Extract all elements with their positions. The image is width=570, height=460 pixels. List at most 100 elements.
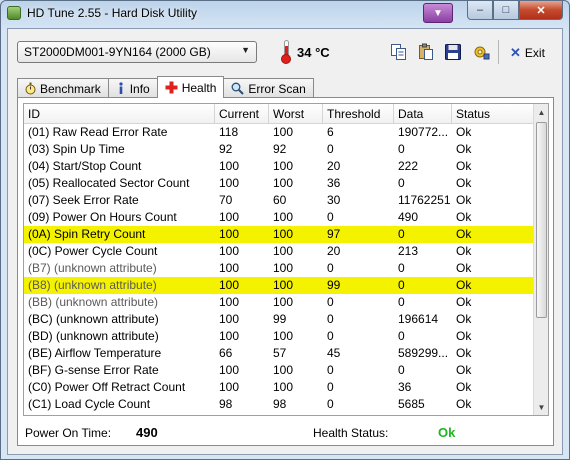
cell-status: Ok (456, 159, 472, 173)
save-button[interactable] (443, 42, 463, 62)
tab-error-scan[interactable]: Error Scan (223, 78, 314, 98)
copy-icon (391, 44, 406, 60)
cell-threshold: 45 (327, 346, 341, 360)
vertical-scrollbar[interactable]: ▲ ▼ (533, 104, 548, 415)
power-on-time-label: Power On Time: (25, 426, 112, 440)
scroll-down-arrow-icon[interactable]: ▼ (534, 399, 548, 415)
cell-worst: 100 (273, 278, 294, 292)
close-button[interactable]: ✕ (519, 1, 563, 20)
download-arrow-button[interactable]: ▼ (423, 3, 453, 23)
cell-worst: 100 (273, 295, 294, 309)
cell-status: Ok (456, 125, 472, 139)
table-row[interactable]: (BD) (unknown attribute) 100 100 0 0 Ok (24, 328, 534, 345)
cell-data: 196614 (398, 312, 439, 326)
cell-current: 98 (219, 397, 233, 411)
cell-threshold: 0 (327, 363, 334, 377)
cell-worst: 100 (273, 159, 294, 173)
cell-data: 0 (398, 295, 405, 309)
exit-icon: ✕ (510, 45, 521, 60)
cell-status: Ok (456, 193, 472, 207)
cell-worst: 100 (273, 363, 294, 377)
column-header-worst[interactable]: Worst (269, 104, 323, 124)
table-row[interactable]: (0C) Power Cycle Count 100 100 20 213 Ok (24, 243, 534, 260)
options-button[interactable] (471, 42, 491, 62)
cell-id: (BF) G-sense Error Rate (28, 363, 159, 377)
column-header-data[interactable]: Data (394, 104, 452, 124)
cell-id: (BC) (unknown attribute) (28, 312, 159, 326)
cell-current: 100 (219, 159, 240, 173)
column-header-current[interactable]: Current (215, 104, 269, 124)
cell-worst: 57 (273, 346, 287, 360)
cell-status: Ok (456, 142, 472, 156)
title-bar[interactable]: HD Tune 2.55 - Hard Disk Utility ▼ – □ ✕ (1, 1, 569, 27)
cell-current: 100 (219, 261, 240, 275)
thermometer-icon (281, 40, 291, 64)
cell-threshold: 36 (327, 176, 341, 190)
cell-worst: 92 (273, 142, 287, 156)
cell-worst: 98 (273, 397, 287, 411)
client-area: ST2000DM001-9YN164 (2000 GB) ▼ 34 °C ✕ E… (7, 28, 563, 455)
info-icon (119, 82, 123, 94)
table-row[interactable]: (07) Seek Error Rate 70 60 30 11762251 Ok (24, 192, 534, 209)
minimize-button[interactable]: – (467, 1, 493, 20)
scrollbar-thumb[interactable] (536, 122, 547, 318)
scroll-up-arrow-icon[interactable]: ▲ (534, 104, 548, 120)
table-row[interactable]: (BF) G-sense Error Rate 100 100 0 0 Ok (24, 362, 534, 379)
cell-data: 5685 (398, 397, 425, 411)
tab-info[interactable]: Info (107, 78, 158, 98)
table-row[interactable]: (09) Power On Hours Count 100 100 0 490 Ok (24, 209, 534, 226)
cell-status: Ok (456, 346, 472, 360)
cell-data: 190772... (398, 125, 449, 139)
cell-threshold: 0 (327, 397, 334, 411)
table-row[interactable]: (BB) (unknown attribute) 100 100 0 0 Ok (24, 294, 534, 311)
caption-buttons: – □ ✕ (467, 1, 563, 21)
cell-threshold: 97 (327, 227, 341, 241)
maximize-button[interactable]: □ (493, 1, 519, 20)
cell-worst: 100 (273, 227, 294, 241)
cell-threshold: 20 (327, 159, 341, 173)
exit-button[interactable]: ✕ Exit (510, 45, 545, 61)
column-header-threshold[interactable]: Threshold (323, 104, 394, 124)
table-row[interactable]: (BC) (unknown attribute) 100 99 0 196614 Ok (24, 311, 534, 328)
table-row[interactable]: (01) Raw Read Error Rate 118 100 6 190772...… (24, 124, 534, 141)
column-header-id[interactable]: ID (24, 104, 215, 124)
table-row[interactable]: (03) Spin Up Time 92 92 0 0 Ok (24, 141, 534, 158)
tab-health[interactable]: Health (156, 76, 225, 98)
table-row[interactable]: (05) Reallocated Sector Count 100 100 36 0 Ok (24, 175, 534, 192)
cell-current: 100 (219, 363, 240, 377)
table-row[interactable]: (04) Start/Stop Count 100 100 20 222 Ok (24, 158, 534, 175)
table-body: (01) Raw Read Error Rate 118 100 6 190772...… (24, 124, 534, 413)
cell-threshold: 30 (327, 193, 341, 207)
cell-id: (C0) Power Off Retract Count (28, 380, 186, 394)
cell-data: 0 (398, 142, 405, 156)
app-icon (7, 6, 21, 20)
cell-status: Ok (456, 210, 472, 224)
table-row[interactable]: (B8) (unknown attribute) 100 100 99 0 Ok (24, 277, 534, 294)
cell-threshold: 6 (327, 125, 334, 139)
chevron-down-icon: ▼ (241, 45, 250, 55)
cell-id: (BE) Airflow Temperature (28, 346, 162, 360)
copy-all-button[interactable] (416, 42, 436, 62)
cell-threshold: 0 (327, 329, 334, 343)
table-row[interactable]: (BE) Airflow Temperature 66 57 45 589299... O… (24, 345, 534, 362)
cell-id: (BB) (unknown attribute) (28, 295, 159, 309)
cell-data: 0 (398, 329, 405, 343)
table-row[interactable]: (0A) Spin Retry Count 100 100 97 0 Ok (24, 226, 534, 243)
table-row[interactable]: (C1) Load Cycle Count 98 98 0 5685 Ok (24, 396, 534, 413)
cell-data: 213 (398, 244, 419, 258)
tab-benchmark[interactable]: Benchmark (17, 78, 109, 98)
cell-data: 36 (398, 380, 412, 394)
power-on-time-value: 490 (136, 425, 158, 440)
cell-threshold: 0 (327, 142, 334, 156)
cell-status: Ok (456, 227, 472, 241)
cell-threshold: 0 (327, 380, 334, 394)
cell-status: Ok (456, 312, 472, 326)
cell-current: 100 (219, 244, 240, 258)
table-row[interactable]: (C0) Power Off Retract Count 100 100 0 36 Ok (24, 379, 534, 396)
table-row[interactable]: (B7) (unknown attribute) 100 100 0 0 Ok (24, 260, 534, 277)
drive-dropdown[interactable]: ST2000DM001-9YN164 (2000 GB) ▼ (17, 41, 257, 63)
column-header-status[interactable]: Status (452, 104, 534, 124)
copy-button[interactable] (389, 42, 409, 62)
cell-worst: 100 (273, 176, 294, 190)
app-window: HD Tune 2.55 - Hard Disk Utility ▼ – □ ✕… (0, 0, 570, 460)
